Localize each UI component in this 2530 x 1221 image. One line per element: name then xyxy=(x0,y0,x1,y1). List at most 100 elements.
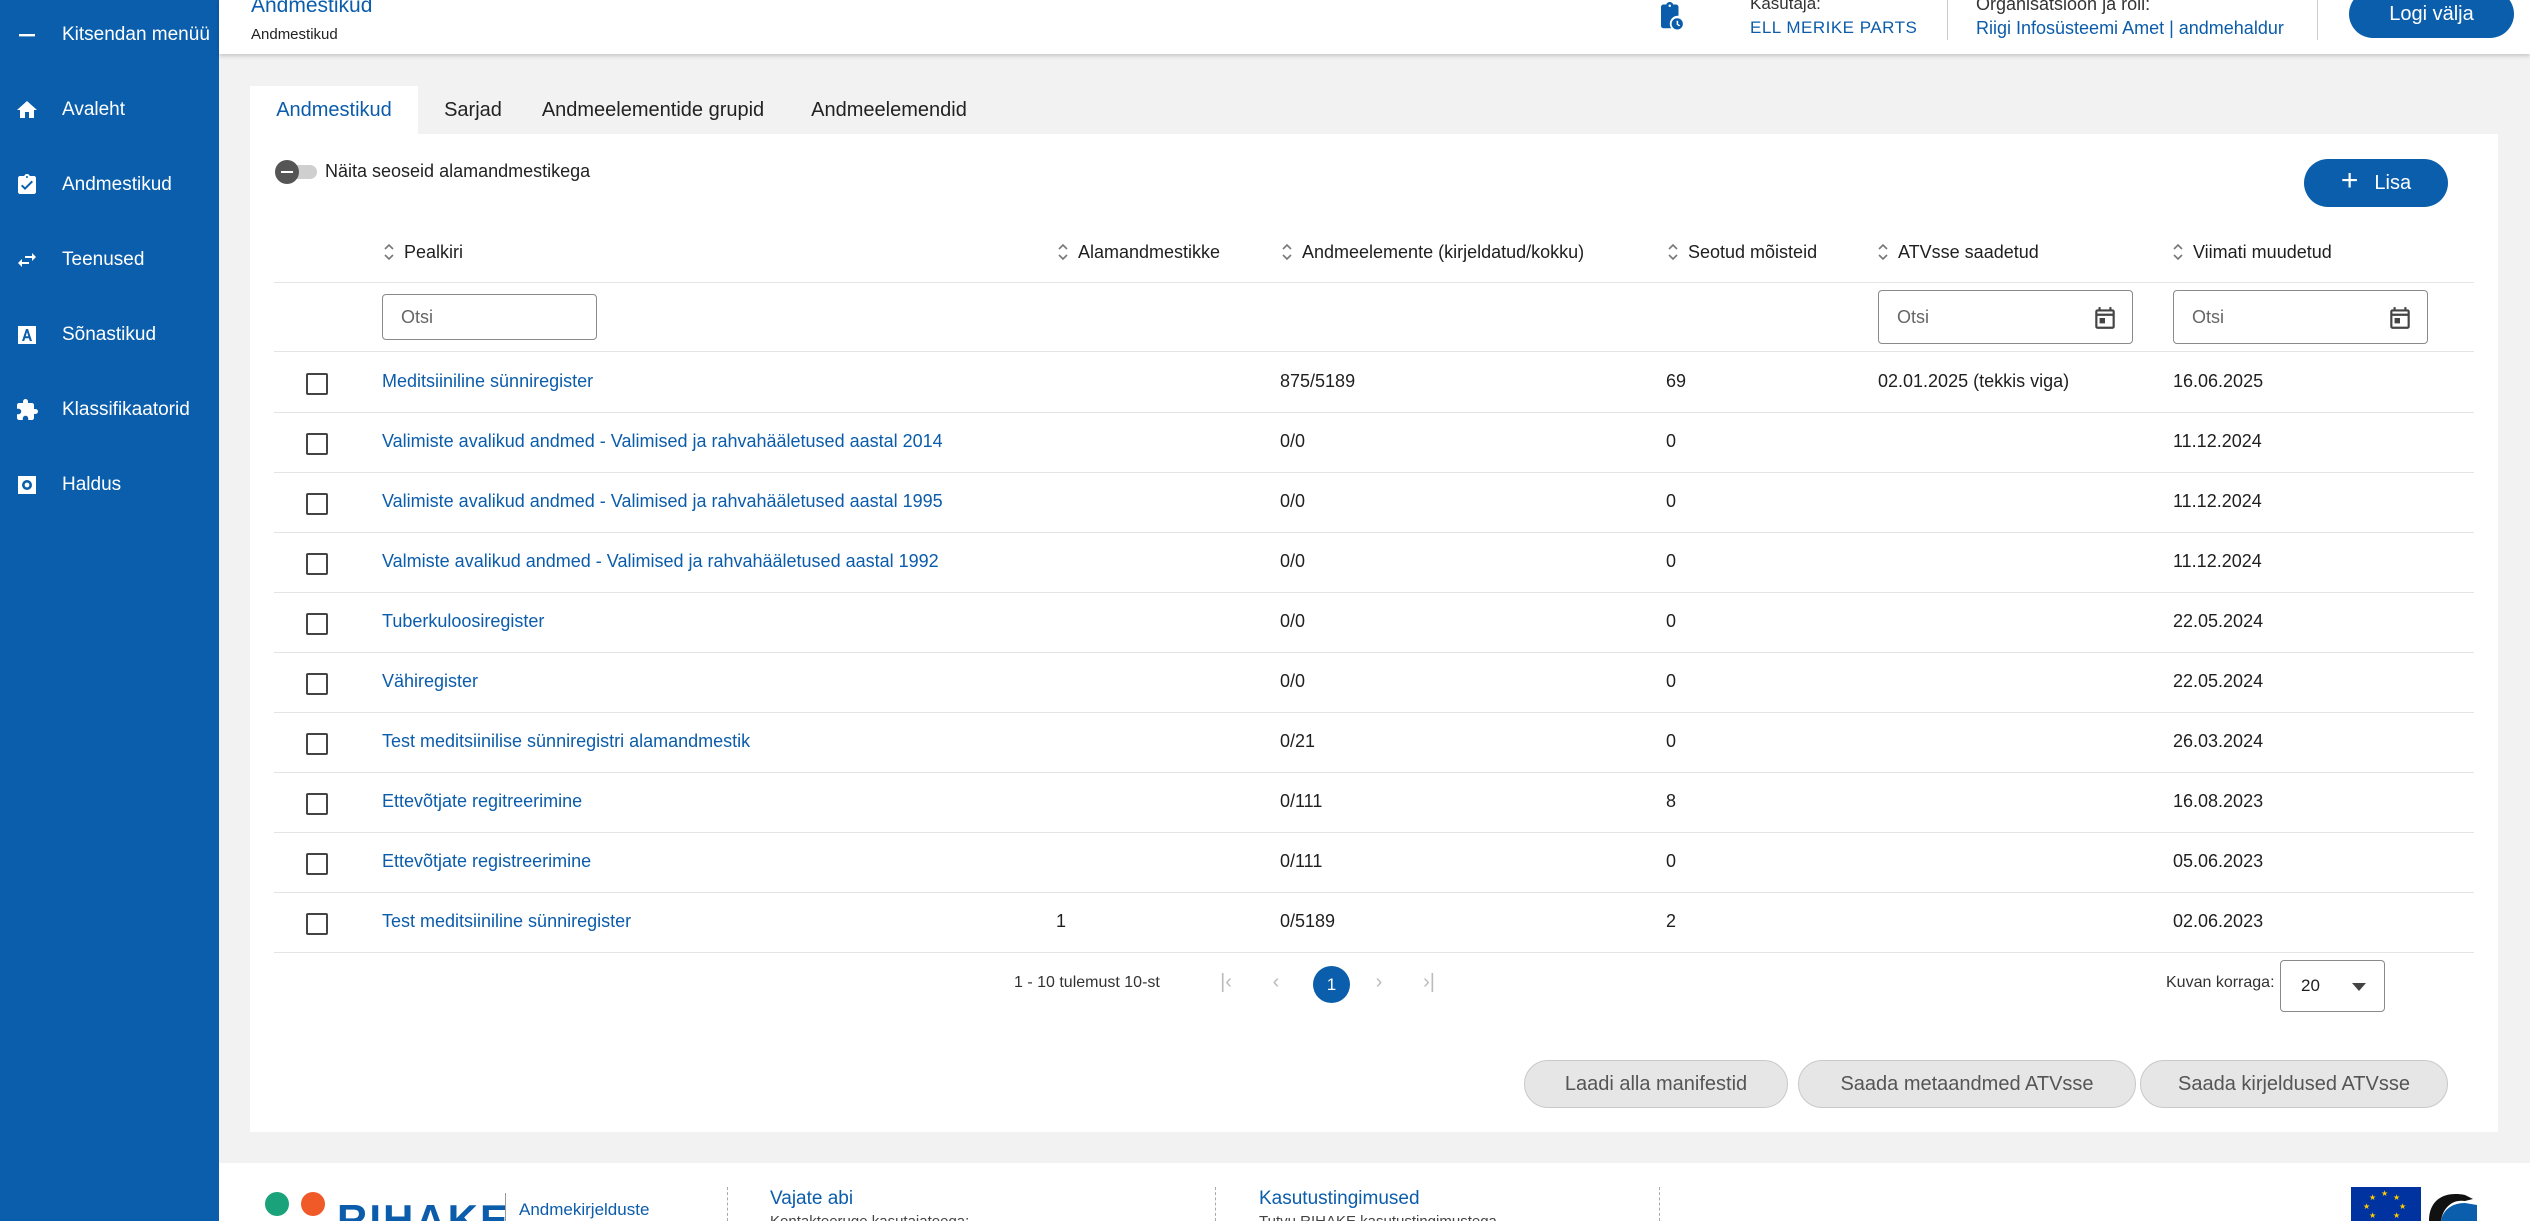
modified-date: 11.12.2024 xyxy=(2173,551,2262,571)
concepts-count: 0 xyxy=(1666,671,1677,691)
calendar-icon[interactable] xyxy=(2387,305,2413,331)
dataset-title-link[interactable]: Meditsiiniline sünniregister xyxy=(382,371,593,392)
send-descriptions-atv-button[interactable]: Saada kirjeldused ATVsse xyxy=(2140,1060,2448,1108)
modified-date: 11.12.2024 xyxy=(2173,491,2262,511)
page-size-select[interactable]: 20 xyxy=(2280,960,2385,1012)
dataset-title-link[interactable]: Tuberkuloosiregister xyxy=(382,611,544,632)
row-checkbox[interactable] xyxy=(306,613,328,635)
download-manifests-button[interactable]: Laadi alla manifestid xyxy=(1524,1060,1788,1108)
dataset-title-link[interactable]: Vähiregister xyxy=(382,671,478,692)
table-row[interactable]: Ettevõtjate registreerimine 0/111 0 05.06.2… xyxy=(274,833,2474,893)
divider xyxy=(274,282,2474,283)
minus-icon xyxy=(14,22,40,48)
row-checkbox[interactable] xyxy=(306,853,328,875)
dataset-title-link[interactable]: Valmiste avalikud andmed - Valimised ja … xyxy=(382,551,939,572)
row-checkbox[interactable] xyxy=(306,493,328,515)
tab-series[interactable]: Sarjad xyxy=(418,86,528,134)
column-header-atv-sent[interactable]: ATVsse saadetud xyxy=(1876,240,2039,264)
plus-icon: + xyxy=(2340,164,2359,197)
dataset-title-link[interactable]: Ettevõtjate registreerimine xyxy=(382,851,591,872)
elements-count: 875/5189 xyxy=(1280,371,1356,391)
table-row[interactable]: Test meditsiiniline sünniregister 1 0/5189… xyxy=(274,893,2474,953)
modified-date-filter[interactable]: Otsi xyxy=(2173,290,2428,344)
atv-sent-date: 02.01.2025 (tekkis viga) xyxy=(1878,371,2070,391)
column-header-subsets[interactable]: Alamandmestikke xyxy=(1056,240,1220,264)
elements-count: 0/0 xyxy=(1280,551,1306,571)
sidebar-item-collapse-menu[interactable]: Kitsendan menüü xyxy=(0,7,219,63)
column-header-elements[interactable]: Andmeelemente (kirjeldatud/kokku) xyxy=(1280,240,1584,264)
atv-date-placeholder: Otsi xyxy=(1897,306,1930,327)
footer-divider xyxy=(1659,1187,1660,1221)
footer: RIHAKE Andmekirjelduste Vajate abi Konta… xyxy=(219,1163,2530,1221)
sidebar-item-classifiers[interactable]: Klassifikaatorid xyxy=(0,382,219,438)
row-checkbox[interactable] xyxy=(306,913,328,935)
table-row[interactable]: Test meditsiinilise sünniregistri alaman… xyxy=(274,713,2474,773)
send-metadata-atv-button[interactable]: Saada metaandmed ATVsse xyxy=(1798,1060,2136,1108)
dataset-title-link[interactable]: Ettevõtjate regitreerimine xyxy=(382,791,582,812)
help-link[interactable]: Vajate abi xyxy=(770,1188,853,1210)
breadcrumb[interactable]: Andmestikud xyxy=(251,26,338,43)
modified-date: 26.03.2024 xyxy=(2173,731,2264,751)
elements-count: 0/111 xyxy=(1280,791,1323,811)
clipboard-clock-icon[interactable] xyxy=(1656,2,1688,34)
first-page-icon[interactable]: |‹ xyxy=(1210,966,1242,998)
modified-date-placeholder: Otsi xyxy=(2192,306,2225,327)
tab-data-elements[interactable]: Andmeelemendid xyxy=(778,86,1000,134)
tab-element-groups[interactable]: Andmeelementide grupid xyxy=(528,86,778,134)
table-bottom-divider xyxy=(274,952,2474,953)
row-checkbox[interactable] xyxy=(306,373,328,395)
row-checkbox[interactable] xyxy=(306,433,328,455)
puzzle-icon xyxy=(14,397,40,423)
org-role-link[interactable]: Riigi Infosüsteemi Amet | andmehaldur xyxy=(1976,18,2284,39)
concepts-count: 69 xyxy=(1666,371,1687,391)
show-subsets-toggle[interactable] xyxy=(275,160,319,184)
row-checkbox[interactable] xyxy=(306,733,328,755)
concepts-count: 2 xyxy=(1666,911,1677,931)
calendar-icon[interactable] xyxy=(2092,305,2118,331)
tab-datasets[interactable]: Andmestikud xyxy=(250,86,418,134)
logout-button[interactable]: Logi välja xyxy=(2349,0,2514,38)
title-search-input[interactable]: Otsi xyxy=(382,294,597,340)
next-page-icon[interactable]: › xyxy=(1363,966,1395,998)
table-row[interactable]: Valimiste avalikud andmed - Valimised ja… xyxy=(274,413,2474,473)
footer-tagline: Andmekirjelduste xyxy=(519,1200,650,1219)
add-dataset-button[interactable]: + Lisa xyxy=(2304,159,2448,207)
column-header-concepts[interactable]: Seotud mõisteid xyxy=(1666,240,1817,264)
page-size-label: Kuvan korraga: xyxy=(2166,974,2275,991)
sidebar-item-admin[interactable]: Haldus xyxy=(0,457,219,513)
column-header-title[interactable]: Pealkiri xyxy=(382,240,463,264)
datasets-panel: Andmestikud Sarjad Andmeelementide grupi… xyxy=(250,86,2498,1132)
pagination-info: 1 - 10 tulemust 10-st xyxy=(1014,974,1160,991)
sidebar-item-label: Haldus xyxy=(62,474,122,495)
table-row[interactable]: Vähiregister 0/0 0 22.05.2024 xyxy=(274,653,2474,713)
dataset-title-link[interactable]: Test meditsiinilise sünniregistri alaman… xyxy=(382,731,750,752)
subsets-count: 1 xyxy=(1056,911,1067,931)
table-row[interactable]: Tuberkuloosiregister 0/0 0 22.05.2024 xyxy=(274,593,2474,653)
footer-divider xyxy=(505,1193,506,1221)
dataset-title-link[interactable]: Test meditsiiniline sünniregister xyxy=(382,911,631,932)
row-checkbox[interactable] xyxy=(306,553,328,575)
table-row[interactable]: Valmiste avalikud andmed - Valimised ja … xyxy=(274,533,2474,593)
row-checkbox[interactable] xyxy=(306,673,328,695)
sidebar-item-dictionaries[interactable]: Sõnastikud xyxy=(0,307,219,363)
dataset-title-link[interactable]: Valimiste avalikud andmed - Valimised ja… xyxy=(382,491,943,512)
prev-page-icon[interactable]: ‹ xyxy=(1260,966,1292,998)
terms-link[interactable]: Kasutustingimused xyxy=(1259,1188,1420,1210)
add-button-label: Lisa xyxy=(2374,171,2412,194)
divider xyxy=(274,351,2474,352)
current-page-button[interactable]: 1 xyxy=(1313,966,1350,1003)
chevron-down-icon xyxy=(2352,983,2366,991)
table-row[interactable]: Ettevõtjate regitreerimine 0/111 8 16.08.20… xyxy=(274,773,2474,833)
sidebar-item-home[interactable]: Avaleht xyxy=(0,82,219,138)
dataset-title-link[interactable]: Valimiste avalikud andmed - Valimised ja… xyxy=(382,431,943,452)
table-row[interactable]: Valimiste avalikud andmed - Valimised ja… xyxy=(274,473,2474,533)
help-text: Kontakteeruge kasutajatoega: xyxy=(770,1213,969,1221)
row-checkbox[interactable] xyxy=(306,793,328,815)
last-page-icon[interactable]: ›| xyxy=(1413,966,1445,998)
column-header-modified[interactable]: Viimati muudetud xyxy=(2171,240,2332,264)
sidebar-item-services[interactable]: Teenused xyxy=(0,232,219,288)
sort-icon xyxy=(1056,242,1070,262)
atv-date-filter[interactable]: Otsi xyxy=(1878,290,2133,344)
table-row[interactable]: Meditsiiniline sünniregister 875/5189 69 02… xyxy=(274,353,2474,413)
sidebar-item-datasets[interactable]: Andmestikud xyxy=(0,157,219,213)
